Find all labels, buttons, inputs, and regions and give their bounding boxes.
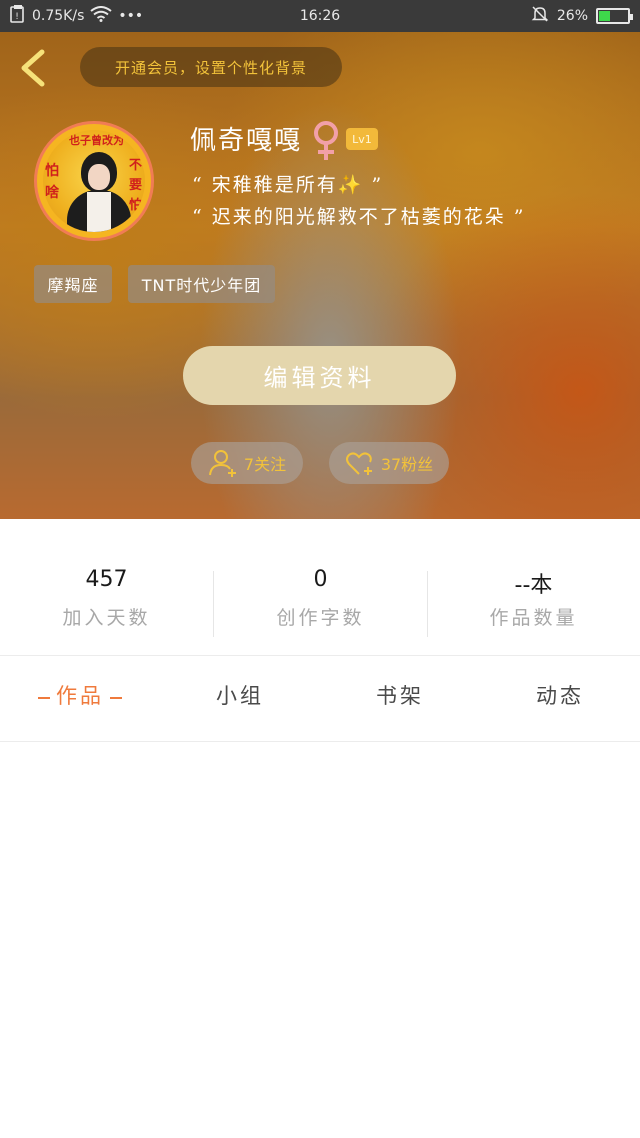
stat-label: 作品数量	[489, 607, 578, 629]
tab-groups[interactable]: 小组	[180, 680, 300, 710]
profile-header: 开通会员，设置个性化背景 也子曾改为 怕啥 不要怕 佩奇嘎嘎 Lv1 “ 宋稚稚…	[0, 32, 640, 519]
vip-banner-button[interactable]: 开通会员，设置个性化背景	[80, 47, 342, 87]
stat-label: 创作字数	[276, 607, 365, 629]
back-arrow-icon	[21, 49, 45, 87]
add-user-icon	[208, 450, 236, 477]
stat-works-count: --本 作品数量	[427, 567, 640, 630]
stat-value: 0	[313, 567, 328, 592]
status-bar: ! 0.75K/s ••• 16:26 26%	[0, 0, 640, 32]
back-button[interactable]	[14, 46, 54, 90]
heart-plus-icon	[345, 452, 372, 475]
level-badge: Lv1	[346, 128, 378, 150]
stat-label: 加入天数	[62, 607, 151, 629]
stat-days-joined: 457 加入天数	[0, 567, 213, 630]
following-count: 7关注	[243, 455, 287, 474]
edit-profile-button[interactable]: 编辑资料	[183, 346, 456, 405]
tab-label: 动态	[536, 684, 584, 708]
tab-activity[interactable]: 动态	[500, 680, 620, 710]
active-indicator	[38, 696, 50, 699]
mute-bell-icon	[531, 5, 549, 27]
net-speed: 0.75K/s	[32, 8, 85, 24]
username: 佩奇嘎嘎	[190, 126, 303, 156]
battery-icon	[596, 8, 633, 24]
avatar-caption-left: 怕啥	[45, 163, 59, 201]
fans-button[interactable]: 37粉丝	[329, 442, 449, 484]
active-indicator	[110, 696, 122, 699]
tab-label: 小组	[216, 684, 264, 708]
profile-tabs: 作品 小组 书架 动态	[0, 656, 640, 742]
wifi-icon	[90, 6, 112, 26]
tab-label: 作品	[56, 684, 104, 708]
avatar-caption-right: 不要怕	[129, 158, 143, 213]
fans-count: 37粉丝	[380, 455, 434, 474]
tag-fandom[interactable]: TNT时代少年团	[128, 265, 275, 303]
stats-panel: 457 加入天数 0 创作字数 --本 作品数量	[0, 519, 640, 655]
tab-bookshelf[interactable]: 书架	[340, 680, 460, 710]
stat-value: --本	[514, 573, 553, 598]
bio-line-1: “ 宋稚稚是所有✨ ”	[192, 174, 384, 196]
stat-words-written: 0 创作字数	[214, 567, 427, 630]
avatar[interactable]: 也子曾改为 怕啥 不要怕	[34, 121, 154, 241]
following-button[interactable]: 7关注	[191, 442, 303, 484]
svg-text:!: !	[15, 12, 19, 22]
stat-value: 457	[85, 567, 128, 592]
battery-percent: 26%	[556, 8, 588, 24]
divider	[0, 741, 640, 742]
avatar-caption: 也子曾改为	[69, 134, 124, 147]
tab-label: 书架	[376, 684, 424, 708]
more-notifications: •••	[118, 8, 144, 24]
bio-line-2: “ 迟来的阳光解救不了枯萎的花朵 ”	[192, 206, 526, 228]
tag-zodiac[interactable]: 摩羯座	[34, 265, 112, 303]
tab-works[interactable]: 作品	[20, 680, 140, 710]
female-gender-icon	[310, 120, 342, 162]
storage-icon: !	[10, 5, 26, 27]
